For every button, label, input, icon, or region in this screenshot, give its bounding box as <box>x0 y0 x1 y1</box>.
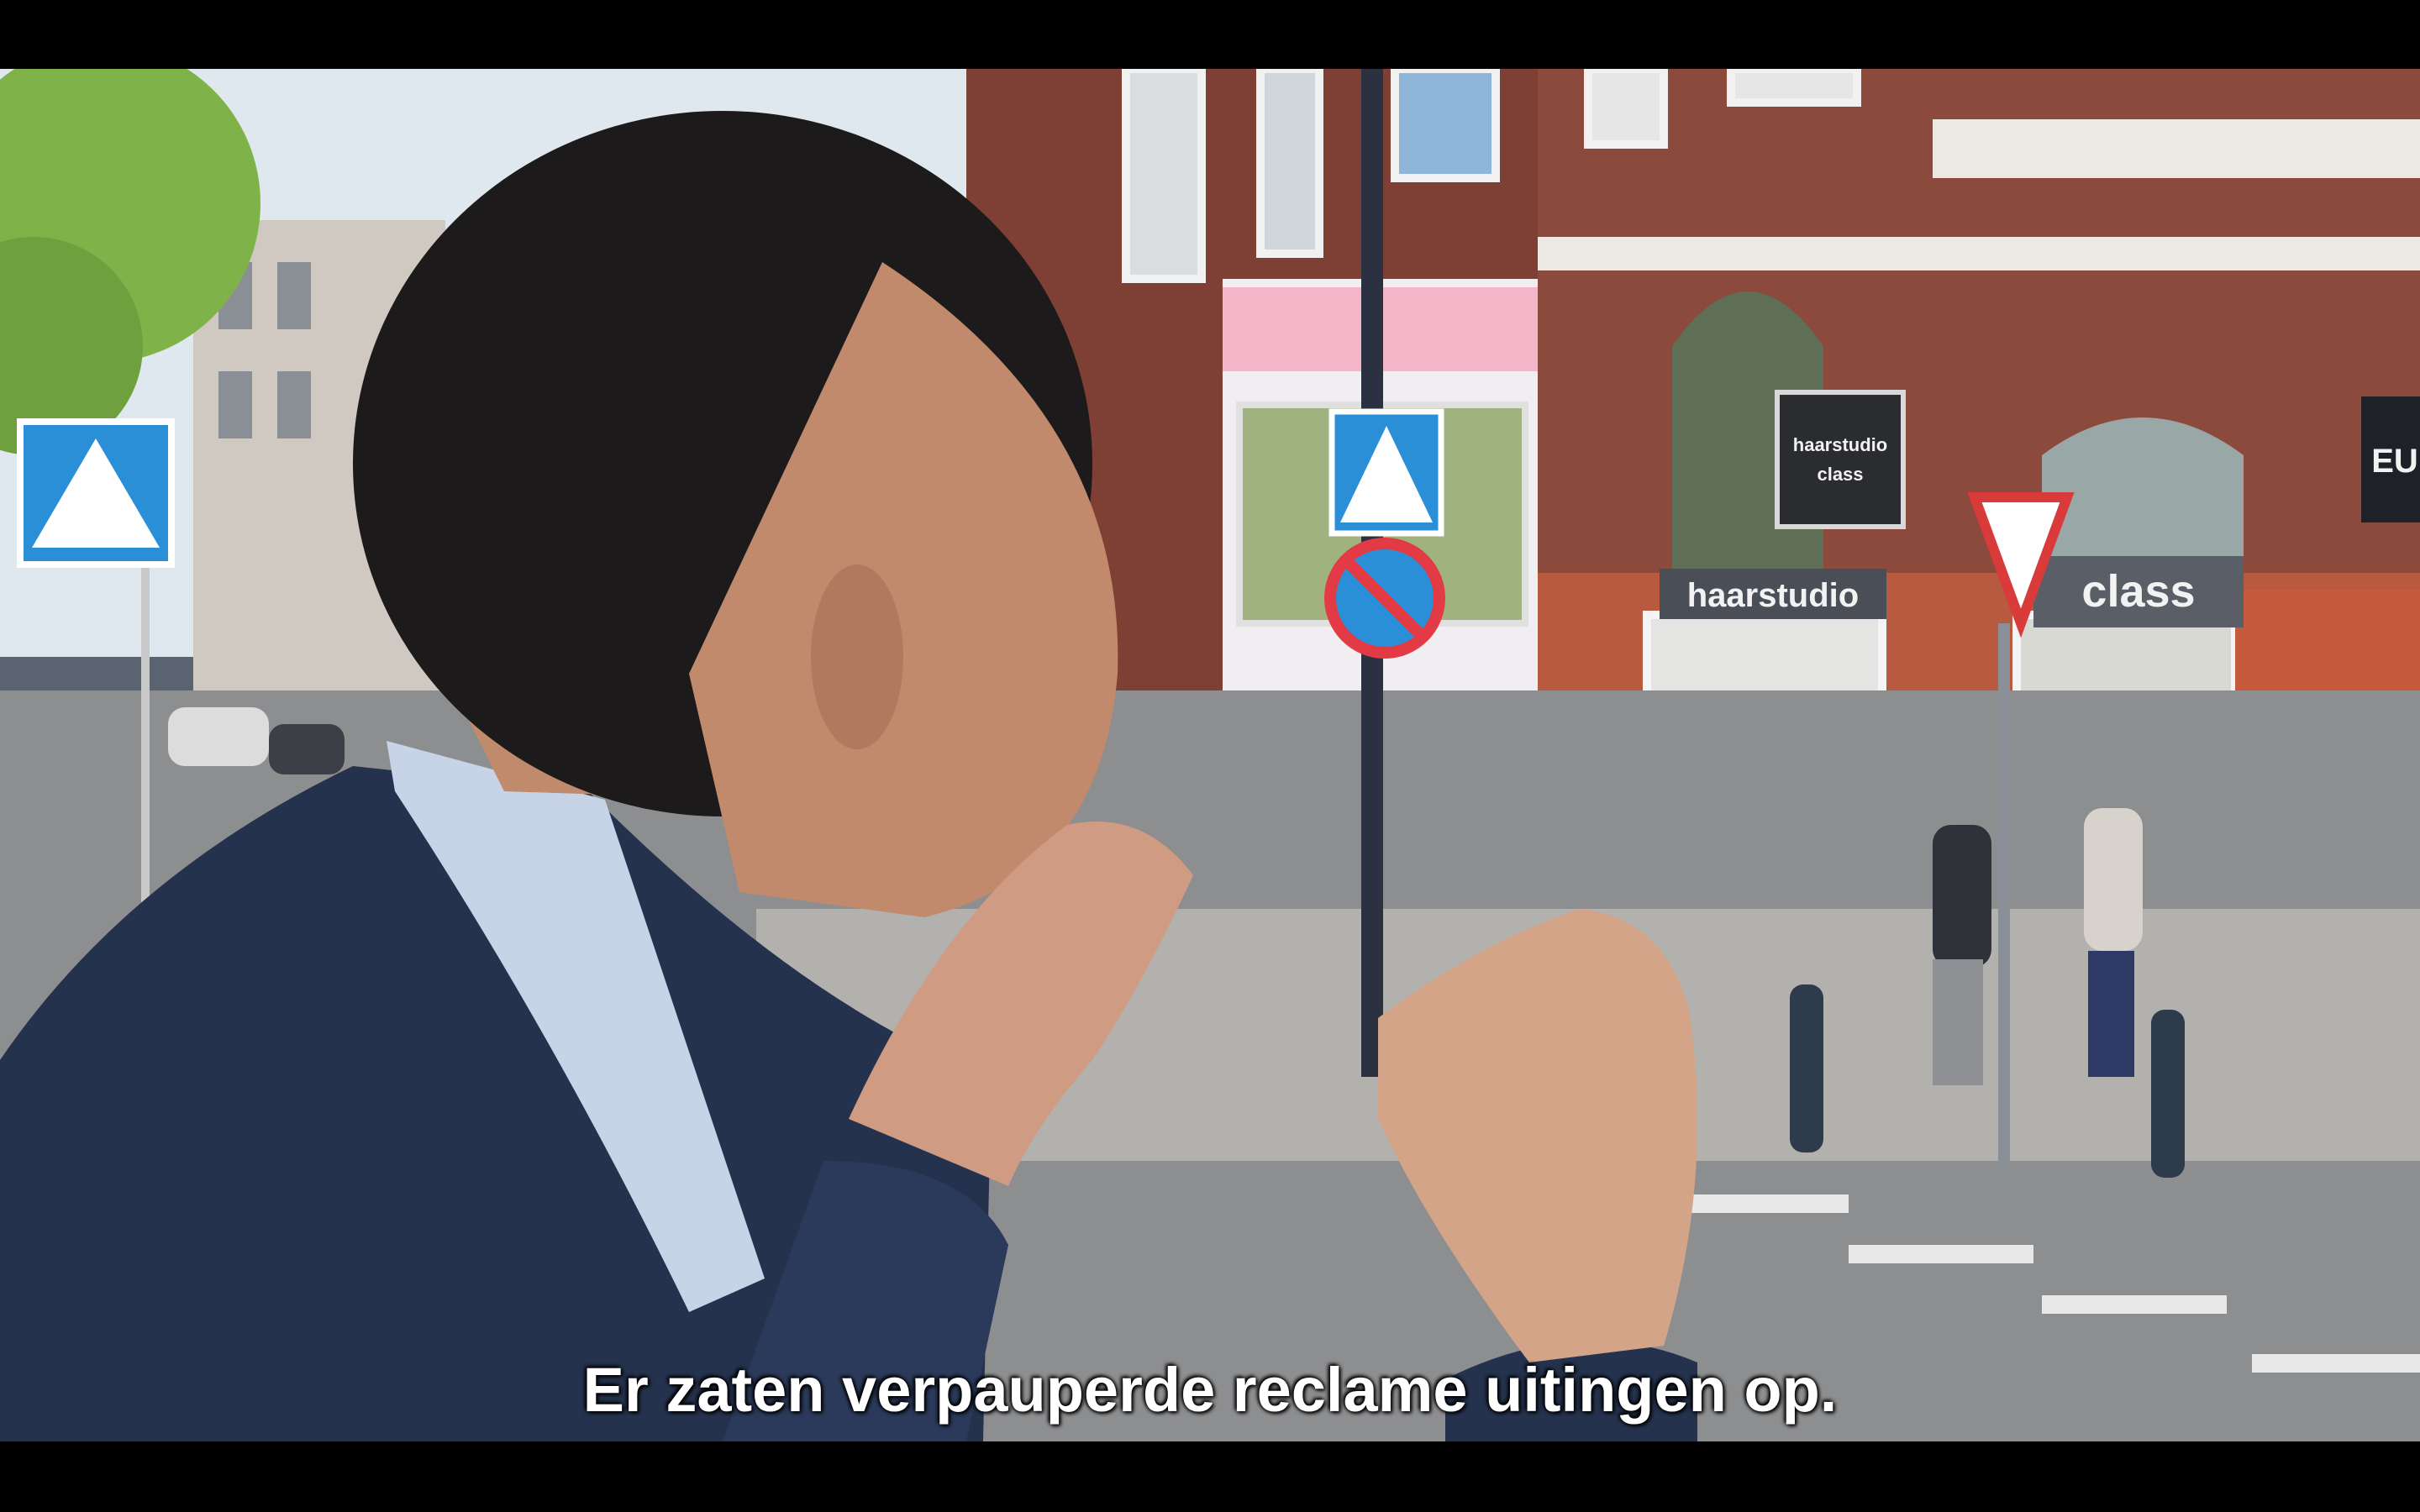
hanging-sign <box>1775 390 1906 529</box>
shop-sign-class: class <box>2081 566 2195 617</box>
hanging-sign-line1: haarstudio <box>1793 434 1887 455</box>
parked-car <box>168 707 269 766</box>
hanging-sign-line2: class <box>1817 464 1863 485</box>
pedestrian <box>1933 825 1991 968</box>
letterbox-top <box>0 0 2420 69</box>
person-ear <box>811 564 903 749</box>
letterbox-bottom <box>0 1441 2420 1512</box>
bollard <box>1790 984 1823 1152</box>
bollard <box>2151 1010 2185 1178</box>
video-frame[interactable]: haarstudio class haarstudio class EU Er … <box>0 69 2420 1441</box>
pedestrian <box>2084 808 2143 951</box>
video-subtitle: Er zaten verpauperde reclame uitingen op… <box>582 1355 1838 1425</box>
shop-sign-haarstudio: haarstudio <box>1687 577 1859 614</box>
street-scene: haarstudio class haarstudio class EU <box>0 69 2420 1441</box>
corner-sign-text: EU <box>2371 443 2418 480</box>
